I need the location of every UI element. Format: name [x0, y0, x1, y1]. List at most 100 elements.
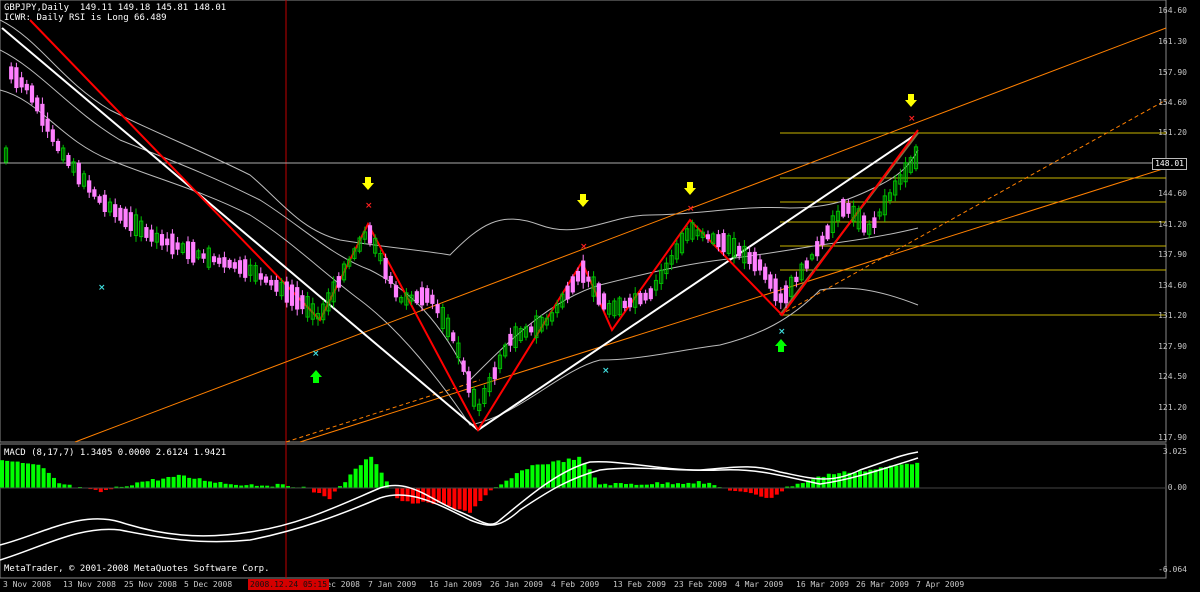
macd-bar [644, 484, 649, 488]
price-panel [0, 0, 1167, 443]
macd-bar [670, 484, 675, 488]
price-tick: 141.20 [1158, 220, 1187, 229]
symbol-info: GBPJPY,Daily 149.11 149.18 145.81 148.01 [4, 3, 227, 13]
price-tick: 137.90 [1158, 250, 1187, 259]
candle-body [66, 155, 71, 166]
cross-marker-icon: × [312, 349, 320, 359]
macd-bar [504, 480, 509, 488]
macd-bar [904, 463, 909, 488]
date-tick: 13 Nov 2008 [63, 580, 116, 589]
price-tick: 124.50 [1158, 372, 1187, 381]
macd-bar [202, 480, 207, 488]
macd-bar [182, 475, 186, 488]
macd-bar [218, 482, 223, 488]
candle-body [778, 293, 783, 303]
candle-body [425, 288, 430, 303]
macd-bar [369, 456, 374, 488]
candle-body [508, 333, 513, 346]
macd-bar [696, 481, 701, 488]
cross-marker-icon: × [580, 242, 588, 252]
candle-body [757, 259, 763, 271]
macd-bar [26, 463, 30, 488]
candle-body [185, 241, 191, 260]
candle-body [586, 276, 591, 282]
macd-bar [566, 458, 571, 488]
macd-bar [546, 464, 550, 488]
macd-bar [156, 480, 160, 488]
candle-body [144, 227, 149, 238]
price-tick: 157.90 [1158, 68, 1187, 77]
macd-bar [509, 478, 514, 488]
price-tick: 121.20 [1158, 403, 1187, 412]
candle-body [716, 234, 721, 248]
candle-body [451, 332, 456, 342]
macd-bar [473, 488, 478, 507]
cross-marker-icon: × [687, 204, 695, 214]
candle-body [243, 259, 248, 278]
candle-body [211, 256, 217, 263]
chart-canvas[interactable]: × × × × × × × × [0, 0, 1200, 592]
macd-bar [52, 477, 56, 488]
macd-bar [530, 465, 535, 488]
macd-bar [525, 469, 530, 488]
candle-body [113, 204, 118, 218]
date-tick: 13 Feb 2009 [613, 580, 666, 589]
macd-bar [852, 472, 857, 488]
macd-bar [535, 464, 540, 488]
macd-bar [629, 483, 634, 488]
mt4-chart-window[interactable]: × × × × × × × × GBPJPY,Daily 149.11 149.… [0, 0, 1200, 592]
candle-body [627, 297, 633, 308]
macd-bar [0, 460, 4, 488]
macd-bar [650, 484, 654, 488]
date-tick: 4 Feb 2009 [551, 580, 600, 589]
macd-bar [379, 472, 384, 488]
date-tick: 23 Feb 2009 [674, 580, 727, 589]
macd-bar [613, 483, 618, 488]
macd-bar [20, 463, 25, 488]
macd-bar [702, 483, 706, 488]
macd-tick: 3.025 [1162, 447, 1187, 456]
macd-bar [603, 483, 608, 488]
candle-body [367, 225, 373, 244]
date-tick: 26 Mar 2009 [856, 580, 909, 589]
macd-bar [686, 482, 691, 488]
macd-bar [192, 478, 197, 488]
macd-bar [748, 488, 753, 494]
cross-marker-icon: × [602, 366, 610, 376]
candle-body [768, 274, 773, 289]
macd-bar [769, 488, 774, 498]
candle-body [388, 275, 393, 284]
candle-body [118, 207, 123, 221]
macd-bar [774, 488, 779, 495]
candle-body [201, 253, 206, 259]
macd-bar [665, 482, 670, 488]
macd-bar [624, 484, 628, 488]
candle-body [529, 326, 534, 333]
macd-bar [910, 464, 914, 488]
candle-body [565, 285, 570, 300]
candle-body [575, 271, 581, 282]
candle-body [570, 276, 575, 293]
cross-marker-icon: × [908, 114, 916, 124]
candle-body [783, 285, 789, 304]
macd-bar [36, 464, 41, 488]
macd-bar [364, 459, 368, 488]
macd-bar [98, 488, 103, 493]
macd-bar [322, 488, 327, 497]
macd-bar [358, 465, 363, 488]
macd-info: MACD (8,17,7) 1.3405 0.0000 2.6124 1.942… [4, 448, 227, 458]
macd-bar [462, 488, 467, 511]
candle-body [269, 279, 274, 286]
candle-body [29, 85, 35, 103]
macd-bar [899, 464, 904, 488]
candle-body [773, 278, 778, 302]
macd-bar [556, 460, 561, 488]
date-tick: 3 Nov 2008 [3, 580, 52, 589]
macd-bar [884, 467, 888, 488]
candle-body [191, 241, 196, 263]
candle-body [435, 304, 440, 314]
macd-bar [176, 474, 181, 488]
cross-marker-icon: × [778, 327, 786, 337]
macd-bar [754, 488, 758, 495]
candle-body [40, 103, 45, 126]
